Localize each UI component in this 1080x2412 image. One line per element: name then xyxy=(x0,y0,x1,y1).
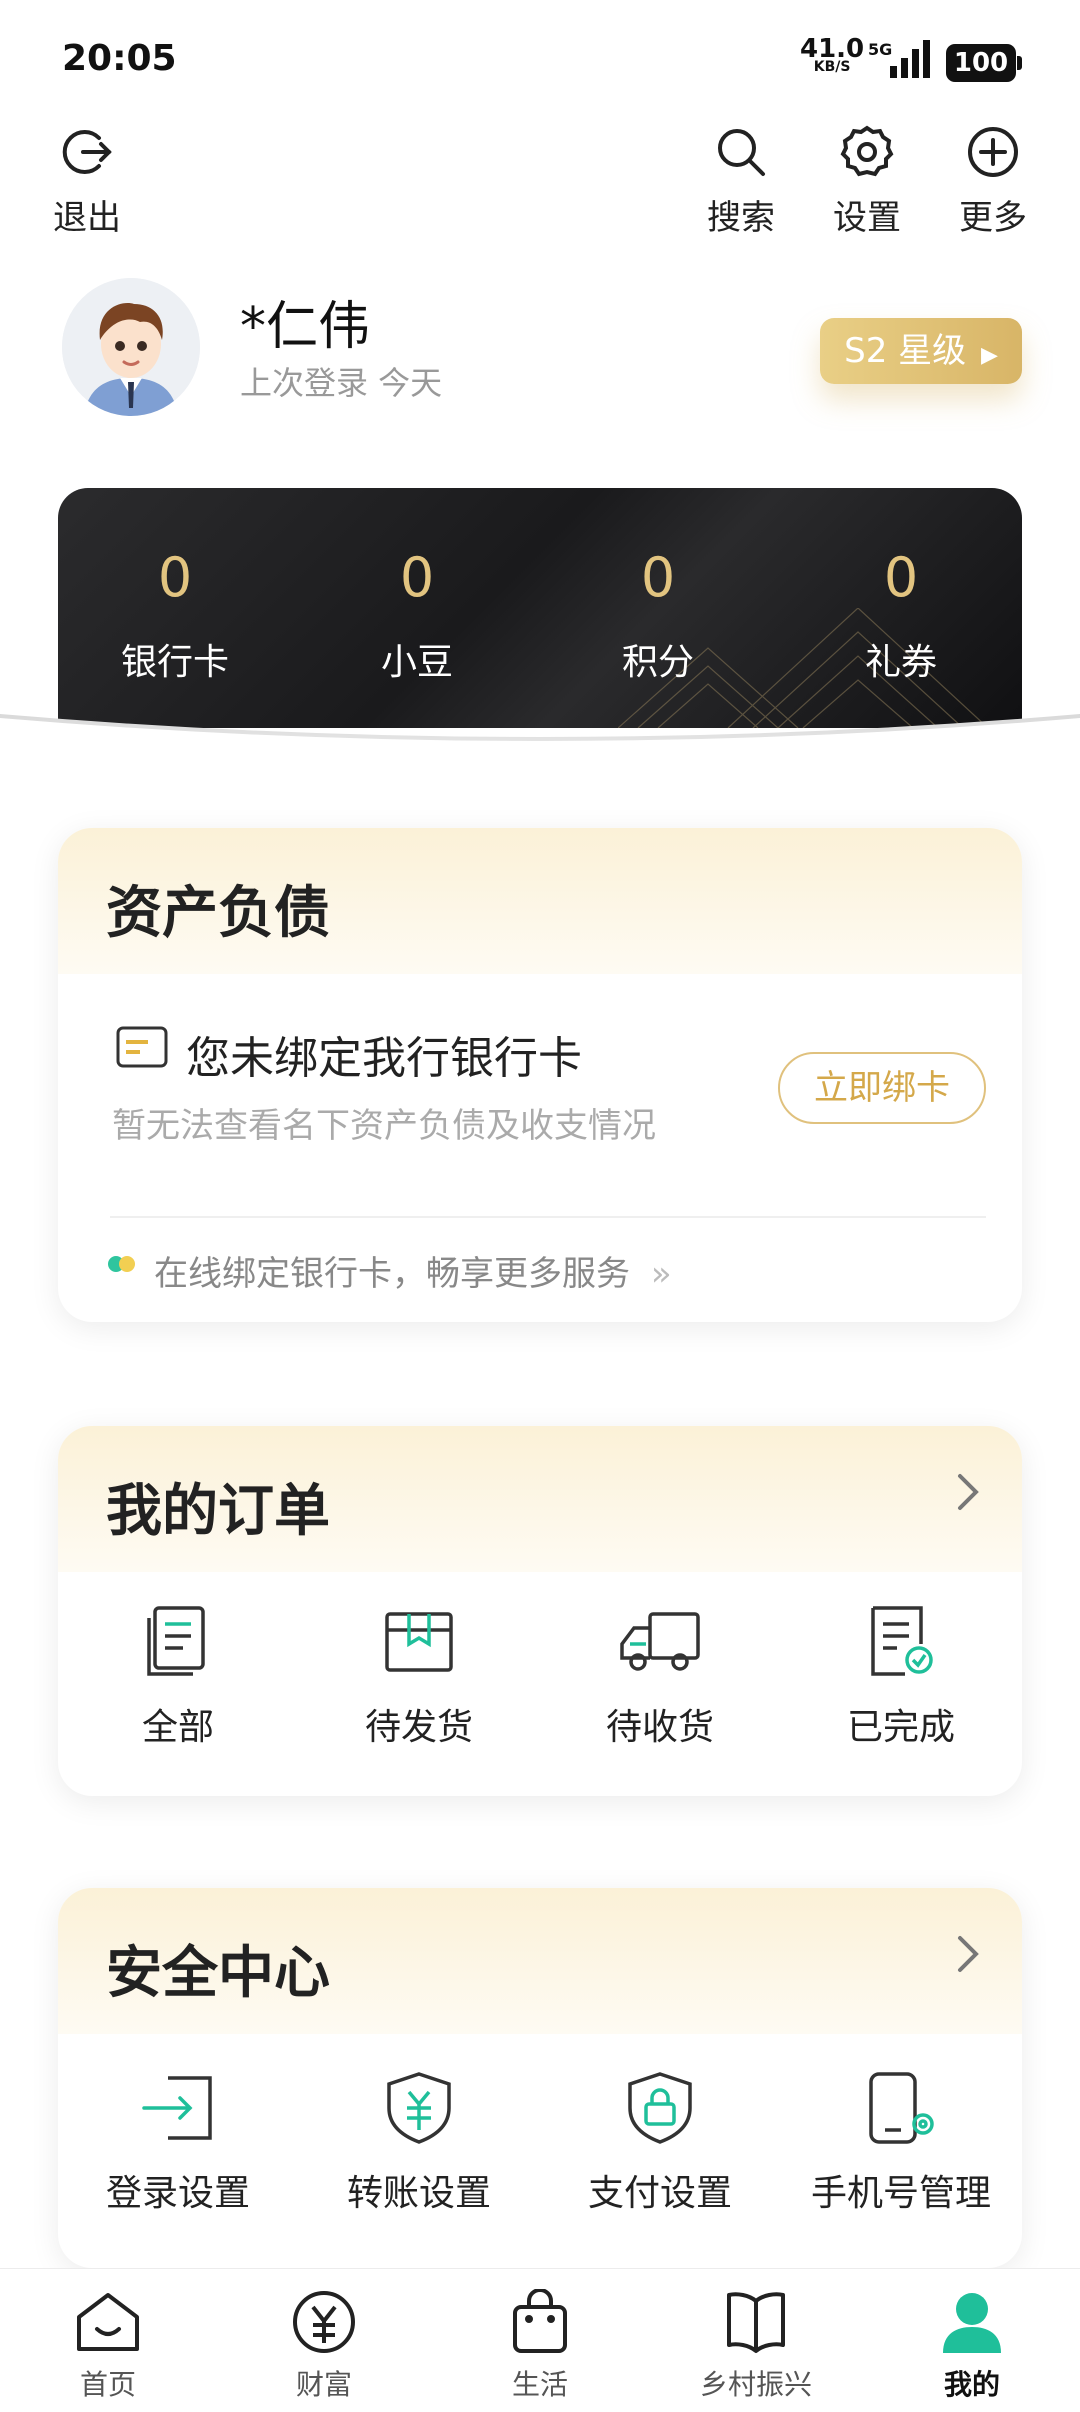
orders-card-title: 我的订单 xyxy=(106,1479,330,1544)
bank-card-icon xyxy=(116,1026,168,1068)
settings-label: 设置 xyxy=(833,198,901,238)
truck-icon xyxy=(620,1612,700,1671)
security-item-label: 支付设置 xyxy=(587,2173,732,2214)
stat-value: 0 xyxy=(399,546,435,609)
assets-card-title: 资产负债 xyxy=(106,881,330,946)
security-center-card: 安全中心 登录设置 转账设置 支付设置 手机号管理 xyxy=(58,1888,1022,2268)
bind-card-title: 您未绑定我行银行卡 xyxy=(186,1033,582,1084)
stat-value: 0 xyxy=(640,546,676,609)
tab-label: 我的 xyxy=(943,2368,1000,2401)
security-phone-management[interactable]: 手机号管理 xyxy=(801,2070,1001,2216)
battery-icon: 100 xyxy=(946,44,1022,82)
assets-card-header: 资产负债 xyxy=(58,828,1022,974)
stat-label: 礼券 xyxy=(864,642,937,683)
bottom-tab-bar: 首页 财富 生活 乡村振兴 我的 xyxy=(0,2268,1080,2412)
package-icon xyxy=(385,1612,453,1672)
order-item-label: 已完成 xyxy=(846,1707,955,1748)
gear-icon xyxy=(840,125,894,177)
logout-label: 退出 xyxy=(53,198,121,238)
chevron-right-icon: ▶ xyxy=(980,343,998,368)
bind-card-button[interactable]: 立即绑卡 xyxy=(778,1052,986,1124)
tab-label: 生活 xyxy=(511,2368,568,2401)
tab-wealth[interactable]: 财富 xyxy=(244,2289,404,2403)
stat-beans[interactable]: 0 小豆 xyxy=(317,546,517,685)
assets-liabilities-card: 资产负债 您未绑定我行银行卡 暂无法查看名下资产负债及收支情况 立即绑卡 在线绑… xyxy=(58,828,1022,1322)
tab-label: 首页 xyxy=(79,2368,136,2401)
stat-label: 小豆 xyxy=(380,642,453,683)
book-icon xyxy=(727,2292,785,2353)
tab-label: 乡村振兴 xyxy=(699,2368,812,2401)
stat-label: 银行卡 xyxy=(120,642,229,683)
order-item-label: 待收货 xyxy=(605,1707,714,1748)
star-level-label: S2 星级 xyxy=(844,331,967,371)
order-all[interactable]: 全部 xyxy=(78,1604,278,1750)
curve-divider xyxy=(0,714,1080,810)
tab-rural-revitalization[interactable]: 乡村振兴 xyxy=(676,2289,836,2403)
dots-icon xyxy=(108,1254,138,1274)
home-icon xyxy=(77,2293,139,2351)
account-stats-card: 0 银行卡 0 小豆 0 积分 0 礼券 xyxy=(58,488,1022,728)
stat-value: 0 xyxy=(883,546,919,609)
security-item-label: 登录设置 xyxy=(105,2173,250,2214)
order-item-label: 待发货 xyxy=(364,1707,473,1748)
chevron-right-icon xyxy=(958,1936,979,1972)
settings-button[interactable]: 设置 xyxy=(812,124,922,239)
shield-lock-icon xyxy=(628,2072,692,2144)
plus-circle-icon xyxy=(968,127,1018,177)
chevron-right-icon xyxy=(958,1474,979,1510)
avatar-illustration xyxy=(62,278,200,416)
security-transfer-settings[interactable]: 转账设置 xyxy=(319,2070,519,2216)
status-time: 20:05 xyxy=(62,38,177,79)
stat-coupons[interactable]: 0 礼券 xyxy=(801,546,1001,685)
avatar[interactable] xyxy=(62,278,200,416)
network-speed: 41.0 KB/S xyxy=(800,36,864,74)
bind-card-description: 暂无法查看名下资产负债及收支情况 xyxy=(112,1106,656,1146)
search-label: 搜索 xyxy=(707,198,775,238)
login-icon xyxy=(142,2076,212,2140)
security-card-title: 安全中心 xyxy=(106,1941,330,2006)
document-stack-icon xyxy=(147,1606,205,1676)
star-level-badge[interactable]: S2 星级 ▶ xyxy=(820,318,1022,384)
my-orders-card: 我的订单 全部 待发货 待收货 已完成 xyxy=(58,1426,1022,1796)
stat-label: 积分 xyxy=(621,642,694,683)
stat-points[interactable]: 0 积分 xyxy=(558,546,758,685)
security-card-header[interactable]: 安全中心 xyxy=(58,1888,1022,2034)
orders-card-header[interactable]: 我的订单 xyxy=(58,1426,1022,1572)
more-label: 更多 xyxy=(959,198,1027,238)
status-bar: 20:05 41.0 KB/S 5G 100 xyxy=(0,0,1080,110)
tab-label: 财富 xyxy=(295,2368,352,2401)
user-name: *仁伟 xyxy=(240,297,371,357)
security-item-label: 手机号管理 xyxy=(810,2173,991,2214)
security-item-label: 转账设置 xyxy=(346,2173,491,2214)
search-button[interactable]: 搜索 xyxy=(686,124,796,239)
last-login-text: 上次登录 今天 xyxy=(240,364,443,402)
logout-button[interactable]: 退出 xyxy=(32,124,142,239)
logout-icon xyxy=(62,130,112,174)
bind-card-tip-text: 在线绑定银行卡，畅享更多服务 xyxy=(154,1254,630,1294)
search-icon xyxy=(718,129,765,176)
security-login-settings[interactable]: 登录设置 xyxy=(78,2070,278,2216)
bind-card-tip-link[interactable]: 在线绑定银行卡，畅享更多服务 » xyxy=(154,1246,672,1295)
shopping-bag-icon xyxy=(513,2289,567,2353)
tab-home[interactable]: 首页 xyxy=(28,2289,188,2403)
person-icon xyxy=(943,2293,1001,2353)
stat-bank-cards[interactable]: 0 银行卡 xyxy=(75,546,275,685)
order-completed[interactable]: 已完成 xyxy=(801,1604,1001,1750)
signal-icon xyxy=(890,40,930,78)
stat-value: 0 xyxy=(157,546,193,609)
more-button[interactable]: 更多 xyxy=(938,124,1048,239)
shield-yuan-icon xyxy=(387,2072,451,2144)
order-pending-shipment[interactable]: 待发货 xyxy=(319,1604,519,1750)
divider xyxy=(110,1216,986,1218)
double-chevron-right-icon: » xyxy=(650,1254,672,1294)
yuan-circle-icon xyxy=(293,2291,355,2353)
tab-mine[interactable]: 我的 xyxy=(892,2289,1052,2403)
tab-life[interactable]: 生活 xyxy=(460,2289,620,2403)
security-payment-settings[interactable]: 支付设置 xyxy=(560,2070,760,2216)
order-pending-receipt[interactable]: 待收货 xyxy=(560,1604,760,1750)
document-check-icon xyxy=(871,1606,933,1676)
order-item-label: 全部 xyxy=(141,1707,214,1748)
phone-gear-icon xyxy=(869,2072,934,2144)
